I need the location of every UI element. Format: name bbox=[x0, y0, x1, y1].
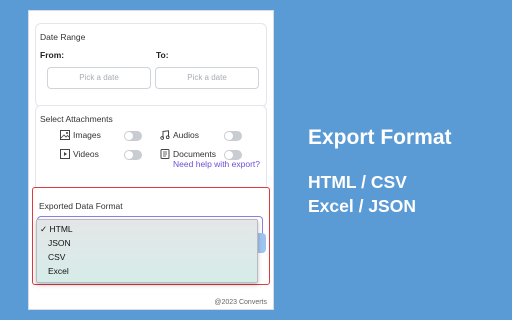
audios-toggle[interactable] bbox=[224, 131, 242, 141]
dropdown-option-excel[interactable]: Excel bbox=[48, 266, 69, 276]
documents-label: Documents bbox=[173, 149, 216, 159]
promo-title: Export Format bbox=[308, 126, 452, 149]
attachment-option-videos: Videos bbox=[60, 149, 99, 159]
dropdown-option-json[interactable]: JSON bbox=[48, 238, 71, 248]
help-link[interactable]: Need help with export? bbox=[173, 159, 260, 169]
music-note-icon bbox=[160, 130, 170, 140]
dropdown-option-csv[interactable]: CSV bbox=[48, 252, 65, 262]
video-icon bbox=[60, 149, 70, 159]
attachment-option-documents: Documents bbox=[160, 149, 216, 159]
attachments-title: Select Attachments bbox=[40, 114, 113, 124]
attachment-option-images: Images bbox=[60, 130, 101, 140]
export-button[interactable] bbox=[258, 233, 266, 253]
audios-label: Audios bbox=[173, 130, 199, 140]
from-date-input[interactable]: Pick a date bbox=[47, 67, 151, 89]
attachments-card: Select Attachments Images Audios Videos … bbox=[35, 105, 267, 191]
export-format-card: Exported Data Format ✓ HTML JSON CSV Exc… bbox=[32, 187, 270, 285]
format-dropdown-menu: ✓ HTML JSON CSV Excel bbox=[36, 219, 258, 283]
to-label: To: bbox=[156, 50, 169, 60]
check-icon: ✓ bbox=[40, 224, 48, 234]
export-panel: Date Range From: To: Pick a date Pick a … bbox=[28, 10, 274, 310]
footer-copyright: @2023 Converts bbox=[214, 299, 267, 306]
dropdown-option-html[interactable]: ✓ HTML bbox=[40, 224, 73, 235]
document-icon bbox=[160, 149, 170, 159]
images-label: Images bbox=[73, 130, 101, 140]
videos-label: Videos bbox=[73, 149, 99, 159]
date-range-card: Date Range From: To: Pick a date Pick a … bbox=[35, 23, 267, 107]
from-label: From: bbox=[40, 50, 65, 60]
image-icon bbox=[60, 130, 70, 140]
export-format-title: Exported Data Format bbox=[39, 201, 123, 211]
images-toggle[interactable] bbox=[124, 131, 142, 141]
videos-toggle[interactable] bbox=[124, 150, 142, 160]
promo-line-1: HTML / CSV bbox=[308, 172, 407, 192]
attachment-option-audios: Audios bbox=[160, 130, 199, 140]
date-range-title: Date Range bbox=[40, 32, 86, 42]
promo-line-2: Excel / JSON bbox=[308, 196, 416, 216]
to-date-input[interactable]: Pick a date bbox=[155, 67, 259, 89]
